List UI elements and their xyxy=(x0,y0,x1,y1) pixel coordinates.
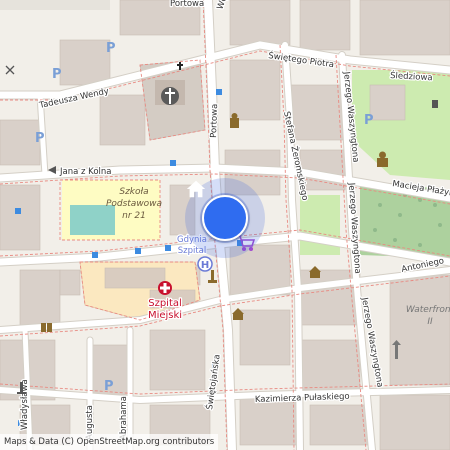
map-attribution[interactable]: Maps & Data (C) OpenStreetMap.org contri… xyxy=(0,434,219,450)
place-label: Waterfront xyxy=(406,305,450,315)
place-label: Szkoła xyxy=(119,187,148,197)
parking-icon: P xyxy=(52,67,62,82)
place-label: Szpital xyxy=(148,298,182,309)
building-marker-icon xyxy=(432,100,438,108)
parking-icon: P xyxy=(35,131,45,146)
street-label: Jana z Kolna xyxy=(59,167,112,177)
svg-text:H: H xyxy=(201,260,209,271)
street-label: Portowa xyxy=(170,0,204,9)
hospital-cross-icon xyxy=(158,281,172,295)
map-view[interactable]: Świętego Piotra Śledziowa Tadeusza Wendy… xyxy=(0,0,450,450)
home-icon[interactable] xyxy=(186,180,248,241)
home-glyph xyxy=(186,180,206,198)
place-label: Podstawowa xyxy=(106,199,162,209)
church-icon xyxy=(161,87,179,105)
place-label: II xyxy=(427,317,433,327)
location-accuracy-ring xyxy=(186,180,250,243)
place-label: nr 21 xyxy=(122,211,146,221)
parking-icon: P xyxy=(106,41,116,56)
street-label: Portowa xyxy=(209,104,220,139)
place-label: Miejski xyxy=(148,310,182,321)
current-location-marker[interactable] xyxy=(185,178,265,258)
parking-icon: P xyxy=(364,113,374,128)
hospital-h-icon: H xyxy=(197,256,213,272)
parking-icon: P xyxy=(104,379,114,394)
